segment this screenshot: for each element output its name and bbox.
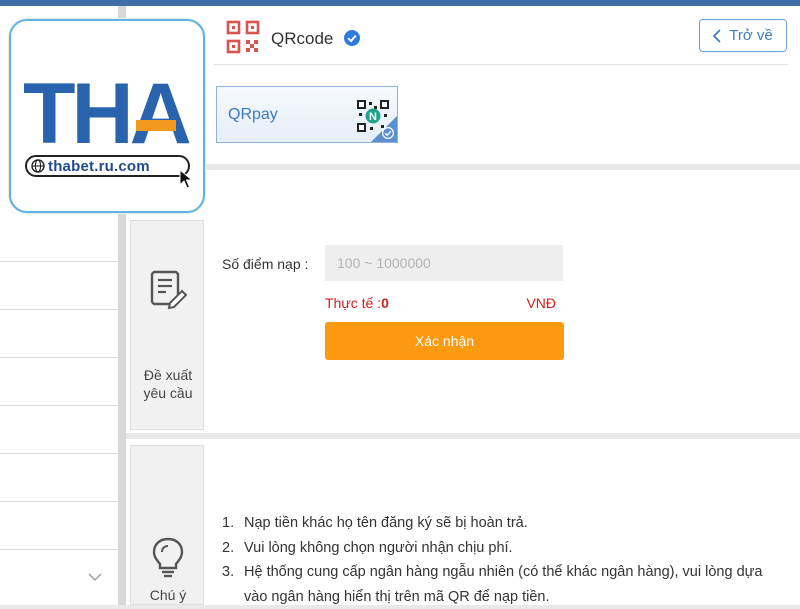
confirm-button[interactable]: Xác nhận bbox=[325, 322, 564, 360]
sidebar-item[interactable] bbox=[0, 501, 118, 550]
list-item: 2. Vui lòng không chọn người nhận chịu ph… bbox=[222, 539, 513, 556]
notes-list: 1. Nạp tiền khác họ tên đăng ký sẽ bị hoà… bbox=[222, 511, 782, 609]
actual-amount: Thực tế :0 bbox=[325, 295, 389, 311]
chevron-left-icon bbox=[713, 28, 721, 43]
document-edit-icon bbox=[150, 270, 187, 310]
payment-method-label: QRpay bbox=[228, 106, 278, 123]
section-label-request: Đề xuất yêu cầu bbox=[130, 220, 204, 430]
lightbulb-icon bbox=[152, 537, 184, 578]
actual-amount-value: 0 bbox=[381, 295, 389, 311]
page-title: QRcode bbox=[271, 29, 334, 48]
sidebar-item[interactable] bbox=[0, 453, 118, 502]
actual-amount-label: Thực tế : bbox=[325, 295, 382, 311]
back-button[interactable]: Trở về bbox=[699, 19, 787, 52]
sidebar-item[interactable] bbox=[0, 211, 118, 262]
sidebar-item[interactable] bbox=[0, 261, 118, 310]
section-label-notes: Chú ý bbox=[130, 445, 204, 605]
qrcode-icon bbox=[226, 20, 260, 54]
sidebar-item[interactable] bbox=[0, 405, 118, 454]
amount-label: Số điểm nạp : bbox=[222, 256, 309, 272]
cursor-icon bbox=[179, 169, 194, 189]
svg-text:THA: THA bbox=[23, 73, 190, 153]
brand-url-text: thabet.ru.com bbox=[48, 157, 150, 175]
sidebar-item[interactable] bbox=[0, 309, 118, 358]
payment-header-panel: QRcode Trở về QRpay N bbox=[126, 6, 800, 164]
section-caption: Chú ý bbox=[149, 587, 187, 603]
divider bbox=[214, 64, 788, 65]
amount-input[interactable] bbox=[325, 245, 563, 281]
check-icon bbox=[382, 127, 394, 139]
brand-logo: THA thabet.ru.com bbox=[9, 19, 205, 213]
verified-check-icon bbox=[344, 30, 360, 46]
globe-icon bbox=[31, 159, 45, 173]
list-item: 3. Hệ thống cung cấp ngân hàng ngẫu nhiên… bbox=[222, 564, 763, 605]
section-caption: yêu cầu bbox=[143, 385, 193, 401]
brand-wordmark: THA bbox=[23, 73, 194, 153]
notes-panel: Chú ý 1. Nạp tiền khác họ tên đăng ký sẽ … bbox=[126, 439, 800, 605]
payment-method-qrpay[interactable]: QRpay N bbox=[216, 86, 398, 143]
currency-label: VNĐ bbox=[526, 295, 556, 311]
list-item: 1. Nạp tiền khác họ tên đăng ký sẽ bị hoà… bbox=[222, 515, 528, 531]
section-caption: Đề xuất bbox=[143, 367, 193, 383]
chevron-down-icon[interactable] bbox=[88, 572, 102, 582]
sidebar-item[interactable] bbox=[0, 357, 118, 406]
brand-url: thabet.ru.com bbox=[25, 155, 190, 177]
back-button-label: Trở về bbox=[729, 27, 773, 44]
deposit-form-panel: Đề xuất yêu cầu Số điểm nạp : Thực tế :0… bbox=[126, 170, 800, 433]
